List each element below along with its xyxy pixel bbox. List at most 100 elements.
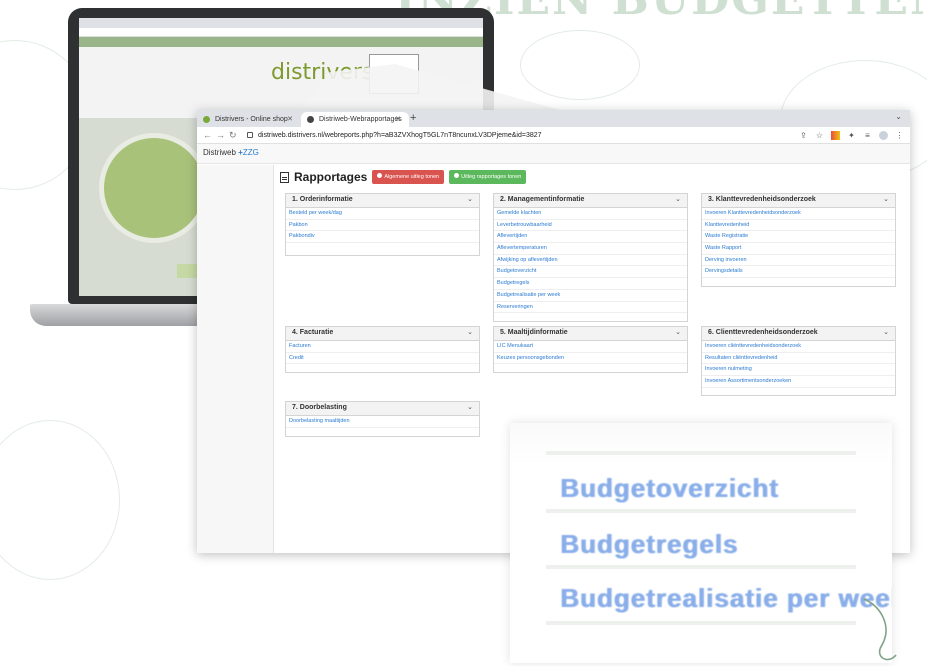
report-link[interactable]: Klanttevredenheid bbox=[702, 220, 895, 232]
panel-header[interactable]: 3. Klanttevredenheidsonderzoek ⌄ bbox=[702, 194, 895, 208]
extensions-puzzle-icon[interactable]: ✦ bbox=[847, 131, 856, 140]
panel-header[interactable]: 4. Facturatie ⌄ bbox=[286, 327, 479, 341]
distrivers-favicon-icon bbox=[203, 116, 210, 123]
page-title: Rapportages bbox=[294, 170, 368, 184]
info-icon bbox=[454, 173, 460, 178]
toolbar-icons: ⇪ ☆ ✦ ≡ ⋮ bbox=[799, 130, 904, 141]
chevron-down-icon[interactable]: ⌄ bbox=[467, 403, 473, 411]
laptop-nav-strip bbox=[79, 37, 483, 47]
general-explanation-button[interactable]: Algemene uitleg tonen bbox=[372, 170, 445, 184]
report-link[interactable]: Leverbetrouwbaarheid bbox=[494, 220, 687, 232]
address-bar[interactable]: distriweb.distrivers.nl/webreports.php?h… bbox=[247, 129, 542, 142]
report-link[interactable]: Facturen bbox=[286, 341, 479, 353]
address-text: distriweb.distrivers.nl/webreports.php?h… bbox=[258, 132, 542, 139]
divider bbox=[546, 509, 856, 513]
more-menu-icon[interactable]: ⋮ bbox=[895, 131, 904, 140]
close-icon[interactable]: ✕ bbox=[287, 112, 293, 127]
report-link[interactable]: Aflevertemperaturen bbox=[494, 243, 687, 255]
report-link[interactable]: Invoeren cliënttevredenheidsonderzoek bbox=[702, 341, 895, 353]
chevron-down-icon[interactable]: ⌄ bbox=[883, 328, 889, 336]
panel-header[interactable]: 7. Doorbelasting ⌄ bbox=[286, 402, 479, 416]
panel-title: 2. Managementinformatie bbox=[500, 196, 585, 203]
panel-header[interactable]: 2. Managementinformatie ⌄ bbox=[494, 194, 687, 208]
report-link[interactable]: Invoeren nulmeting bbox=[702, 364, 895, 377]
panel-title: 7. Doorbelasting bbox=[292, 404, 347, 411]
zoom-item-budgetregels: Budgetregels bbox=[560, 529, 739, 559]
panel-facturatie: 4. Facturatie ⌄ Facturen Credit bbox=[285, 326, 480, 373]
sidebar bbox=[197, 165, 274, 553]
panel-title: 1. Orderinformatie bbox=[292, 196, 353, 203]
report-link[interactable]: Pakbondiv bbox=[286, 231, 479, 244]
chevron-down-icon[interactable]: ⌄ bbox=[467, 328, 473, 336]
back-arrow-icon[interactable]: ← bbox=[203, 127, 212, 143]
panel-title: 3. Klanttevredenheidsonderzoek bbox=[708, 196, 816, 203]
reading-list-icon[interactable]: ≡ bbox=[863, 131, 872, 140]
report-link[interactable]: Dervingsdetails bbox=[702, 266, 895, 279]
report-link[interactable]: Gemelde klachten bbox=[494, 208, 687, 220]
report-link[interactable]: Keuzes persoonsgebonden bbox=[494, 353, 687, 365]
app-suffix: ZZG bbox=[242, 148, 259, 157]
divider bbox=[546, 565, 856, 569]
report-link[interactable]: Waste Registratie bbox=[702, 231, 895, 244]
laptop-site-logo: distrivers bbox=[271, 60, 374, 85]
laptop-tabbar bbox=[79, 18, 483, 28]
chevron-down-icon[interactable]: ⌄ bbox=[675, 328, 681, 336]
divider bbox=[546, 451, 856, 455]
decorative-swirl-icon bbox=[863, 598, 897, 661]
zoom-fade bbox=[510, 423, 892, 465]
decorative-doodle bbox=[520, 30, 640, 100]
soup-bowl-image bbox=[99, 133, 209, 243]
panel-title: 5. Maaltijdinformatie bbox=[500, 329, 568, 336]
report-link[interactable]: Resultaten cliënttevredenheid bbox=[702, 353, 895, 365]
panel-orderinformatie: 1. Orderinformatie ⌄ Besteld per week/dag P… bbox=[285, 193, 480, 256]
report-link[interactable]: Credit bbox=[286, 353, 479, 365]
profile-avatar-icon[interactable] bbox=[879, 131, 888, 140]
report-link[interactable]: Doorbelasting maaltijden bbox=[286, 416, 479, 428]
bookmark-star-icon[interactable]: ☆ bbox=[815, 131, 824, 140]
button-label: Algemene uitleg tonen bbox=[384, 174, 440, 180]
report-link[interactable]: Waste Rapport bbox=[702, 243, 895, 255]
app-brand[interactable]: Distriweb +ZZG bbox=[203, 148, 259, 157]
distriweb-favicon-icon bbox=[307, 116, 314, 123]
panel-maaltijdinformatie: 5. Maaltijdinformatie ⌄ LIC Menukaart Keuze… bbox=[493, 326, 688, 373]
app-header: Distriweb +ZZG bbox=[197, 144, 910, 164]
tab-webrapportages[interactable]: Distriweb-Webrapportages ✕ bbox=[301, 112, 409, 127]
forward-arrow-icon[interactable]: → bbox=[216, 127, 225, 143]
report-link[interactable]: Afwijking op aflevertijden bbox=[494, 255, 687, 267]
reload-icon[interactable]: ↻ bbox=[229, 127, 237, 143]
chevron-down-icon[interactable]: ⌄ bbox=[467, 195, 473, 203]
report-link[interactable]: Besteld per week/dag bbox=[286, 208, 479, 220]
report-document-icon bbox=[280, 171, 289, 183]
report-link[interactable]: Reserveringen bbox=[494, 302, 687, 314]
report-link[interactable]: Budgetoverzicht bbox=[494, 266, 687, 279]
lock-icon bbox=[247, 132, 253, 138]
report-link[interactable]: Invoeren Klanttevredenheidsonderzoek bbox=[702, 208, 895, 220]
new-tab-button[interactable]: + bbox=[410, 111, 416, 126]
report-link[interactable]: Aflevertijden bbox=[494, 231, 687, 244]
report-link[interactable]: Pakbon bbox=[286, 220, 479, 232]
reports-explanation-button[interactable]: Uitleg rapportages tonen bbox=[449, 170, 527, 184]
panel-header[interactable]: 6. Clienttevredenheidsonderzoek ⌄ bbox=[702, 327, 895, 341]
tab-label: Distriweb-Webrapportages bbox=[319, 116, 402, 123]
report-link[interactable]: Budgetrealisatie per week bbox=[494, 290, 687, 302]
tab-label: Distrivers - Online shop bbox=[215, 116, 288, 123]
report-link[interactable]: Budgetregels bbox=[494, 278, 687, 290]
chevron-down-icon[interactable]: ⌄ bbox=[883, 195, 889, 203]
share-icon[interactable]: ⇪ bbox=[799, 131, 808, 140]
report-link[interactable]: LIC Menukaart bbox=[494, 341, 687, 353]
panel-title: 6. Clienttevredenheidsonderzoek bbox=[708, 329, 818, 336]
report-link[interactable]: Invoeren Assortimentsonderzoeken bbox=[702, 376, 895, 388]
extension-color-icon[interactable] bbox=[831, 131, 840, 140]
report-link[interactable]: Derving invoeren bbox=[702, 255, 895, 267]
panel-header[interactable]: 5. Maaltijdinformatie ⌄ bbox=[494, 327, 687, 341]
close-icon[interactable]: ✕ bbox=[395, 112, 401, 127]
chevron-down-icon[interactable]: ⌄ bbox=[675, 195, 681, 203]
panel-header[interactable]: 1. Orderinformatie ⌄ bbox=[286, 194, 479, 208]
panel-klanttevredenheidsonderzoek: 3. Klanttevredenheidsonderzoek ⌄ Invoeren … bbox=[701, 193, 896, 287]
tab-search-chevron-icon[interactable]: ⌄ bbox=[895, 112, 902, 121]
tab-strip: Distrivers - Online shop ✕ Distriweb-Web… bbox=[197, 110, 910, 127]
laptop-urlbar bbox=[79, 28, 483, 37]
panel-clienttevredenheidsonderzoek: 6. Clienttevredenheidsonderzoek ⌄ Invoeren… bbox=[701, 326, 896, 396]
tab-online-shop[interactable]: Distrivers - Online shop ✕ bbox=[197, 112, 301, 127]
zoom-item-budgetoverzicht: Budgetoverzicht bbox=[560, 473, 779, 503]
